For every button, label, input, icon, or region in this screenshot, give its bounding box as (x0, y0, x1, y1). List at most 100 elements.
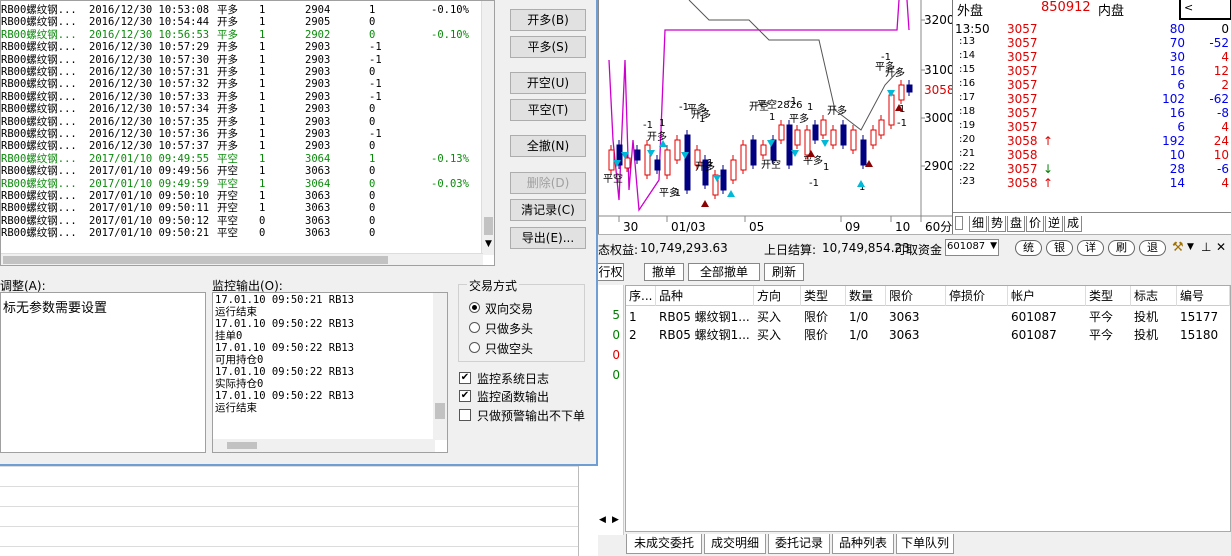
signal-row[interactable]: RB00螺纹钢... 2017/01/10 09:50:10 开空 1 3063 0 (1, 190, 483, 202)
signal-row[interactable]: RB00螺纹钢... 2016/12/30 10:54:44 开多 1 2905 0 (1, 16, 483, 28)
tool-dropdown-icon[interactable]: ▼ (1187, 242, 1194, 252)
signal-row[interactable]: RB00螺纹钢... 2017/01/10 09:49:55 平空 1 3064 1 -0.… (1, 153, 483, 165)
order-col-header[interactable]: 编号 (1177, 286, 1230, 306)
bottom-tab[interactable]: 下单队列 (896, 534, 954, 554)
tool-button[interactable]: 统 (1015, 240, 1042, 256)
tick-price: 3057 (1007, 36, 1038, 50)
signal-row[interactable]: RB00螺纹钢... 2016/12/30 10:53:08 平多 1 2904 1 -0.… (1, 4, 483, 16)
candle-body (778, 124, 785, 141)
cancel-order-button[interactable]: 撤单 (644, 263, 684, 281)
signal-cell-action: 开空 (217, 165, 238, 178)
param-panel[interactable]: 标无参数需要设置 (0, 292, 206, 453)
signal-row[interactable]: RB00螺纹钢... 2016/12/30 10:57:32 开多 1 2903 -1 (1, 78, 483, 90)
pin-icon[interactable]: ⊥ (1201, 240, 1211, 254)
chart-signal-annotation: 1 (707, 158, 713, 169)
order-col-header[interactable]: 类型 (1086, 286, 1131, 306)
quote-tab[interactable]: 细 (969, 216, 987, 232)
checkbox-system-log[interactable]: ✔ (459, 372, 471, 384)
refresh-button[interactable]: 刷新 (764, 263, 804, 281)
cancel-all-orders-button[interactable]: 全部撤单 (688, 263, 760, 281)
signal-row[interactable]: RB00螺纹钢... 2016/12/30 10:57:36 开多 1 2903 -1 (1, 128, 483, 140)
bottom-tab[interactable]: 未成交委托 (626, 534, 702, 554)
tool-button[interactable]: 刷 (1108, 240, 1135, 256)
order-row[interactable]: 2 RB05 螺纹钢1... 买入 限价 1/0 3063 601087 平今 投机 15180 (626, 326, 1230, 344)
clear-log-button[interactable]: 清记录(C) (510, 199, 586, 221)
right-arrow-icon[interactable]: ▶ (612, 515, 619, 525)
quote-tab[interactable]: 逆 (1045, 216, 1063, 232)
signal-row[interactable]: RB00螺纹钢... 2016/12/30 10:57:37 开多 1 2903 0 (1, 140, 483, 152)
left-arrow-icon[interactable]: ◀ (599, 515, 606, 525)
signal-row[interactable]: RB00螺纹钢... 2017/01/10 09:49:59 平空 1 3064 0 -0.… (1, 178, 483, 190)
order-col-header[interactable]: 品种 (656, 286, 754, 306)
tick-volume: 6 (1177, 78, 1185, 92)
monitor-vscrollbar[interactable] (433, 293, 447, 440)
chevron-down-icon[interactable]: ▼ (990, 241, 997, 251)
order-col-header[interactable]: 数量 (846, 286, 886, 306)
signal-row[interactable]: RB00螺纹钢... 2016/12/30 10:57:31 开多 1 2903 0 (1, 66, 483, 78)
bottom-tab[interactable]: 成交明细 (704, 534, 766, 554)
tool-button[interactable]: 银 (1046, 240, 1073, 256)
monitor-output[interactable]: 17.01.10 09:50:21 RB13 运行结束 17.01.10 09:50… (212, 292, 448, 453)
order-cell: 限价 (804, 310, 829, 324)
order-cell: 15177 (1180, 310, 1219, 324)
tool-button[interactable]: 退 (1139, 240, 1166, 256)
quote-tab[interactable]: 势 (988, 216, 1006, 232)
signal-row[interactable]: RB00螺纹钢... 2017/01/10 09:50:12 平空 0 3063 0 (1, 215, 483, 227)
open-long-button[interactable]: 开多(B) (510, 9, 586, 31)
monitor-hscrollbar[interactable] (213, 439, 435, 452)
close-icon[interactable]: ✕ (1216, 240, 1226, 254)
radio-long-only[interactable] (469, 322, 480, 333)
signal-row[interactable]: RB00螺纹钢... 2016/12/30 10:57:34 开多 1 2903 0 (1, 103, 483, 115)
order-row[interactable]: 1 RB05 螺纹钢1... 买入 限价 1/0 3063 601087 平今 投机 15177 (626, 308, 1230, 326)
monitor-vscroll-thumb[interactable] (435, 403, 445, 419)
delete-button[interactable]: 删除(D) (510, 172, 586, 194)
signal-cell-pos: 0 (369, 140, 376, 153)
order-col-header[interactable]: 停损价 (946, 286, 1008, 306)
kline-chart[interactable]: 3200 3100 3000 2900 3058 30 01/03 05 09 10 60分 平空 -1… (598, 0, 955, 234)
order-col-header[interactable]: 类型 (801, 286, 846, 306)
order-col-header[interactable]: 标志 (1131, 286, 1177, 306)
radio-short-only[interactable] (469, 342, 480, 353)
open-short-button[interactable]: 开空(U) (510, 72, 586, 94)
signal-row[interactable]: RB00螺纹钢... 2016/12/30 10:57:35 开多 1 2903 0 (1, 116, 483, 128)
signal-cell-time: 2016/12/30 10:57:34 (89, 103, 210, 116)
quote-tab[interactable]: 成 (1064, 216, 1082, 232)
vscroll-thumb[interactable] (484, 217, 493, 235)
quote-tab-handle[interactable] (955, 216, 963, 230)
signal-list[interactable]: RB00螺纹钢... 2016/12/30 10:53:08 平多 1 2904 1 -0.… (0, 0, 495, 266)
signal-row[interactable]: RB00螺纹钢... 2016/12/30 10:56:53 平多 1 2902 0 -0.… (1, 29, 483, 41)
signal-list-hscrollbar[interactable] (1, 253, 483, 265)
signal-list-vscrollbar[interactable]: ▼ (481, 1, 494, 255)
signal-row[interactable]: RB00螺纹钢... 2017/01/10 09:50:21 平空 0 3063 0 (1, 227, 483, 239)
checkbox-function-output[interactable]: ✔ (459, 390, 471, 402)
signal-row[interactable]: RB00螺纹钢... 2016/12/30 10:57:30 开多 1 2903 -1 (1, 54, 483, 66)
radio-both-directions[interactable] (469, 302, 480, 313)
signal-row[interactable]: RB00螺纹钢... 2017/01/10 09:49:56 开空 1 3063 0 (1, 165, 483, 177)
checkbox-alert-only[interactable] (459, 409, 471, 421)
account-select[interactable]: 601087 ▼ (945, 239, 999, 256)
quote-tab[interactable]: 盘 (1007, 216, 1025, 232)
monitor-hscroll-thumb[interactable] (227, 442, 257, 449)
order-col-header[interactable]: 方向 (754, 286, 801, 306)
signal-row[interactable]: RB00螺纹钢... 2016/12/30 10:57:29 开多 1 2903 -1 (1, 41, 483, 53)
bottom-tab[interactable]: 品种列表 (832, 534, 894, 554)
quote-tab[interactable]: 价 (1026, 216, 1044, 232)
order-cell: 1/0 (849, 310, 869, 324)
tool-button[interactable]: 详 (1077, 240, 1104, 256)
close-long-button[interactable]: 平多(S) (510, 36, 586, 58)
cancel-all-button[interactable]: 全撤(N) (510, 135, 586, 157)
hammer-icon[interactable]: ⚒ (1172, 240, 1184, 255)
scroll-left-icon[interactable]: < (1184, 1, 1193, 14)
order-col-header[interactable]: 限价 (886, 286, 946, 306)
signal-row[interactable]: RB00螺纹钢... 2017/01/10 09:50:11 开空 1 3063 0 (1, 202, 483, 214)
export-button[interactable]: 导出(E)... (510, 227, 586, 249)
order-col-header[interactable]: 帐户 (1008, 286, 1086, 306)
close-short-button[interactable]: 平空(T) (510, 99, 586, 121)
bottom-tab[interactable]: 委托记录 (768, 534, 830, 554)
signal-row[interactable]: RB00螺纹钢... 2016/12/30 10:57:33 开多 1 2903 -1 (1, 91, 483, 103)
scroll-down-arrow-icon[interactable]: ▼ (485, 239, 492, 249)
exercise-button[interactable]: 行权 (598, 263, 624, 281)
order-table[interactable]: 序... 品种 方向 类型 数量 限价 停损价 帐户 类型 标志 编号 1 RB05 螺纹钢1... 买… (625, 285, 1231, 532)
hscroll-thumb[interactable] (3, 256, 388, 264)
order-col-header[interactable]: 序... (626, 286, 656, 306)
